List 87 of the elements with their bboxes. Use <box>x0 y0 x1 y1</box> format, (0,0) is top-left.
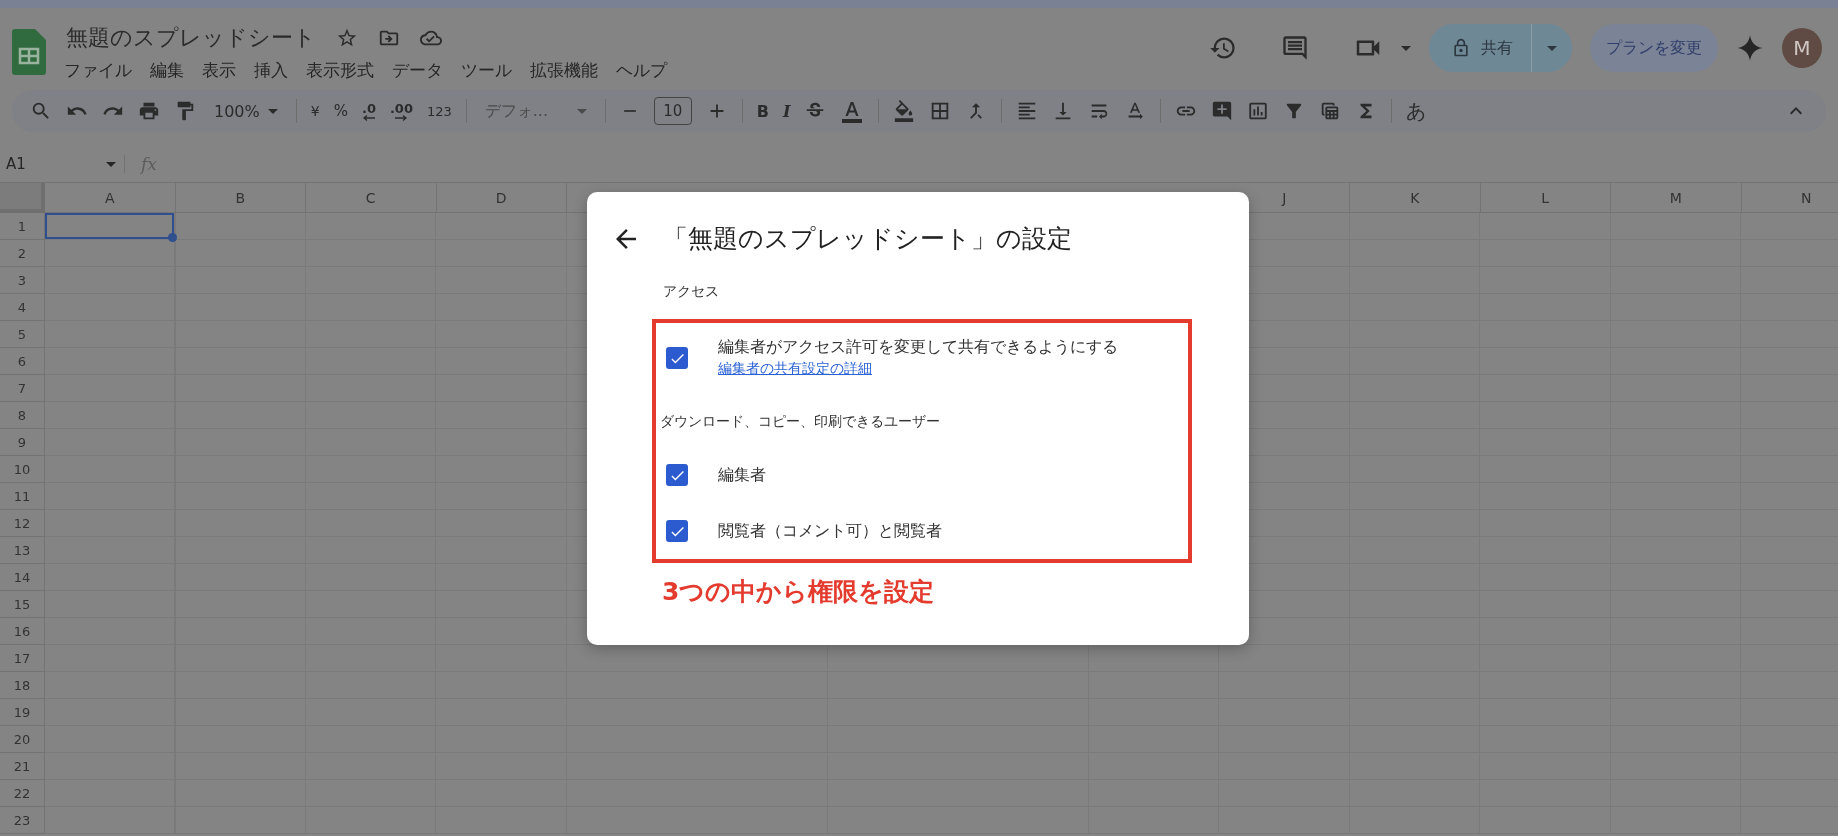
row-number[interactable]: 2 <box>0 240 45 267</box>
bold-button[interactable]: B <box>756 101 769 121</box>
video-menu-button[interactable] <box>1401 45 1411 51</box>
row-number[interactable]: 15 <box>0 591 45 618</box>
chart-icon[interactable] <box>1247 100 1270 122</box>
user-avatar[interactable]: M <box>1782 28 1822 68</box>
row-number[interactable]: 13 <box>0 537 45 564</box>
row-number[interactable]: 6 <box>0 348 45 375</box>
option-label: 編集者 <box>718 464 766 486</box>
row-number[interactable]: 8 <box>0 402 45 429</box>
column-header[interactable]: C <box>306 183 437 213</box>
lock-icon <box>1451 38 1471 58</box>
font-dropdown[interactable]: デフォ... <box>480 100 591 122</box>
fill-handle[interactable] <box>168 233 177 242</box>
row-number[interactable]: 19 <box>0 699 45 726</box>
menu-item[interactable]: 編集 <box>150 58 184 82</box>
number-format[interactable]: 123 <box>426 103 452 119</box>
caret-icon <box>267 108 278 114</box>
row-number[interactable]: 16 <box>0 618 45 645</box>
caret-icon <box>1401 45 1411 51</box>
currency-format[interactable]: ¥ <box>310 103 320 119</box>
menu-item[interactable]: ツール <box>461 58 512 82</box>
option-label: 編集者がアクセス許可を変更して共有できるようにする <box>718 337 1118 358</box>
text-color-icon[interactable] <box>840 99 865 123</box>
section-heading: ダウンロード、コピー、印刷できるユーザー <box>660 413 941 431</box>
column-header[interactable]: N <box>1741 183 1838 213</box>
menu-item[interactable]: ファイル <box>64 58 132 82</box>
row-number[interactable]: 14 <box>0 564 45 591</box>
row-number[interactable]: 1 <box>0 213 45 240</box>
spreadsheet-logo <box>12 29 46 75</box>
italic-button[interactable]: I <box>783 101 791 121</box>
fill-color-icon[interactable] <box>893 100 916 122</box>
row-number[interactable]: 5 <box>0 321 45 348</box>
menu-item[interactable]: 表示形式 <box>306 58 374 82</box>
menu-item[interactable]: データ <box>392 58 443 82</box>
input-mode-button[interactable]: あ <box>1406 97 1427 125</box>
row-number[interactable]: 11 <box>0 483 45 510</box>
column-header[interactable]: K <box>1350 183 1481 213</box>
checkbox[interactable] <box>666 464 688 486</box>
column-header[interactable]: M <box>1611 183 1742 213</box>
caret-icon <box>576 108 587 114</box>
document-title[interactable]: 無題のスプレッドシート <box>66 22 316 53</box>
row-number[interactable]: 7 <box>0 375 45 402</box>
row-number[interactable]: 12 <box>0 510 45 537</box>
name-box[interactable]: A1 <box>0 155 125 173</box>
right-arrow-icon <box>395 114 408 121</box>
share-button[interactable]: 共有 <box>1429 24 1532 72</box>
percent-format[interactable]: % <box>333 102 348 120</box>
row-number[interactable]: 4 <box>0 294 45 321</box>
menu-item[interactable]: 表示 <box>202 58 236 82</box>
increase-decimal-button[interactable]: .00 <box>389 101 413 121</box>
print-icon[interactable] <box>138 100 160 122</box>
sparkle-icon[interactable] <box>1736 34 1764 62</box>
row-number[interactable]: 20 <box>0 726 45 753</box>
decrease-decimal-button[interactable]: .0 <box>361 101 376 121</box>
caret-icon <box>1547 45 1557 51</box>
font-size-field[interactable]: 10 <box>653 97 692 125</box>
row-number[interactable]: 21 <box>0 753 45 780</box>
comment-icon[interactable] <box>1281 34 1309 62</box>
row-number[interactable]: 23 <box>0 807 45 834</box>
row-number[interactable]: 3 <box>0 267 45 294</box>
row-number[interactable]: 17 <box>0 645 45 672</box>
upgrade-plan-button[interactable]: プランを変更 <box>1590 24 1718 72</box>
row-number[interactable]: 10 <box>0 456 45 483</box>
zoom-dropdown[interactable]: 100% <box>210 101 282 121</box>
menu-item[interactable]: 拡張機能 <box>530 58 598 82</box>
column-header[interactable]: A <box>45 183 176 213</box>
row-number[interactable]: 9 <box>0 429 45 456</box>
checkbox[interactable] <box>666 520 688 542</box>
row-number[interactable]: 22 <box>0 780 45 807</box>
add-comment-icon[interactable] <box>1211 100 1234 122</box>
column-header[interactable]: D <box>436 183 567 213</box>
search-icon[interactable] <box>30 100 52 122</box>
option-label: 閲覧者（コメント可）と閲覧者 <box>718 520 942 542</box>
section-heading: アクセス <box>663 283 720 301</box>
left-arrow-icon <box>362 114 375 121</box>
annotation-text: 3つの中から権限を設定 <box>662 576 936 608</box>
column-header[interactable]: L <box>1480 183 1611 213</box>
checkbox[interactable] <box>666 347 688 369</box>
menu-item[interactable]: ヘルプ <box>616 58 667 82</box>
caret-icon <box>106 161 116 167</box>
cell-reference: A1 <box>6 155 26 173</box>
dialog-title: 「無題のスプレッドシート」の設定 <box>663 223 1072 255</box>
menu-item[interactable]: 挿入 <box>254 58 288 82</box>
column-header[interactable]: B <box>175 183 306 213</box>
details-link[interactable]: 編集者の共有設定の詳細 <box>718 360 1118 378</box>
row-number[interactable]: 18 <box>0 672 45 699</box>
